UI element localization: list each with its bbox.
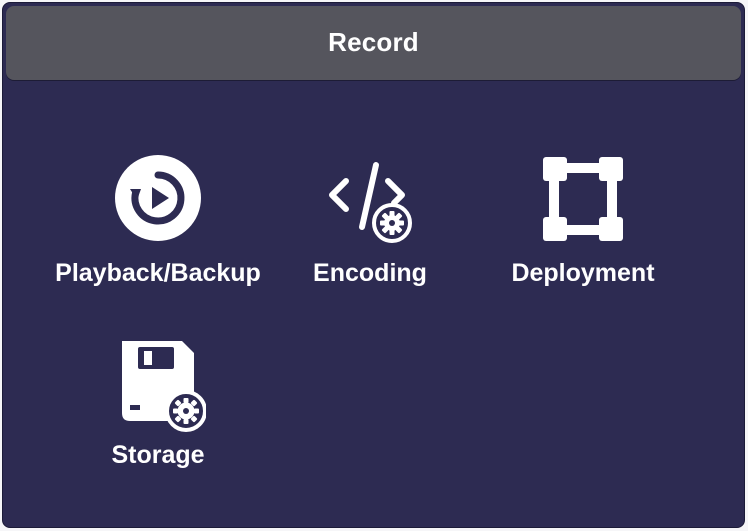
dialog-title: Record	[328, 26, 419, 57]
storage-label: Storage	[111, 441, 205, 469]
playback-backup-label: Playback/Backup	[55, 259, 261, 287]
playback-icon	[113, 153, 203, 243]
encoding-icon	[324, 153, 416, 245]
encoding-label: Encoding	[313, 259, 427, 287]
encoding-tile[interactable]: Encoding	[250, 153, 490, 313]
storage-tile[interactable]: Storage	[38, 333, 278, 493]
storage-icon	[110, 333, 206, 433]
deployment-icon	[537, 153, 629, 245]
deployment-tile[interactable]: Deployment	[463, 153, 703, 313]
record-dialog: Record Playback/Backup Encoding Deployme…	[2, 2, 745, 528]
playback-backup-tile[interactable]: Playback/Backup	[38, 153, 278, 313]
deployment-label: Deployment	[511, 259, 655, 287]
dialog-titlebar: Record	[6, 6, 741, 80]
